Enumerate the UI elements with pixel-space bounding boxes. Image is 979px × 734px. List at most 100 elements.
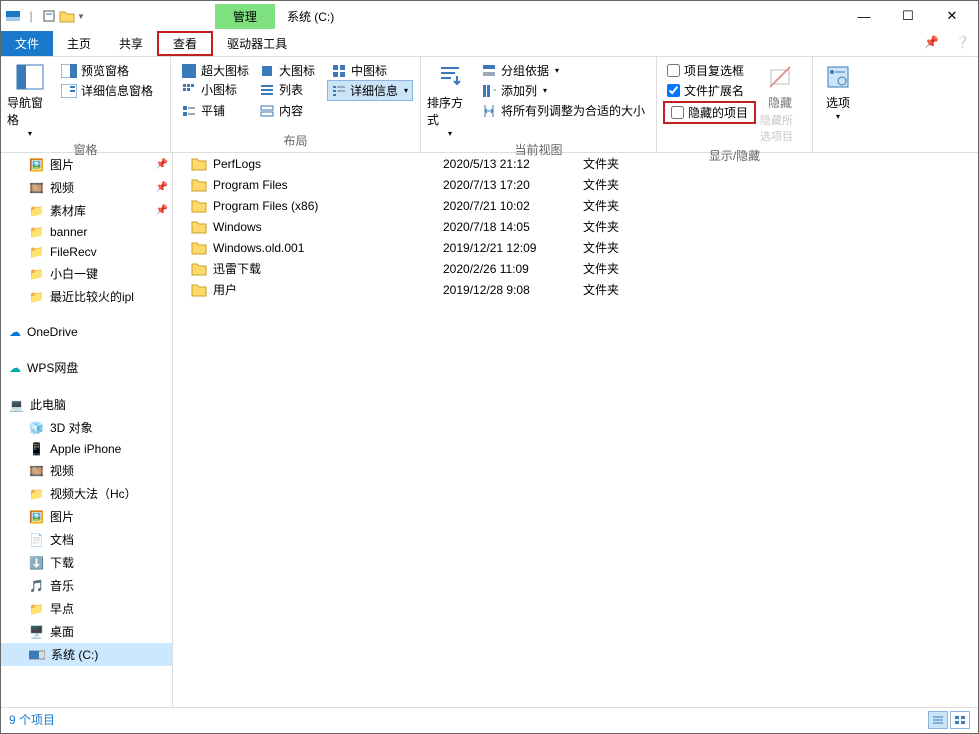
view-small-button[interactable]: 小图标: [177, 80, 255, 99]
nav-pane-label: 导航窗格: [7, 94, 53, 128]
file-type: 文件夹: [583, 281, 683, 298]
drive-icon: [29, 649, 45, 661]
maximize-button[interactable]: ☐: [886, 4, 930, 28]
size-columns-icon: [481, 103, 497, 119]
nav-zaodian[interactable]: 📁早点: [1, 597, 172, 620]
view-extra-large-button[interactable]: 超大图标: [177, 61, 255, 80]
nav-banner[interactable]: 📁banner: [1, 222, 172, 242]
item-checkboxes-toggle[interactable]: 项目复选框: [663, 61, 756, 80]
size-all-columns-button[interactable]: 将所有列调整为合适的大小: [477, 101, 649, 120]
options-button[interactable]: 选项 ▾: [817, 59, 859, 123]
nav-videos[interactable]: 🎞️视频📌: [1, 176, 172, 199]
file-row[interactable]: 用户2019/12/28 9:08文件夹: [173, 279, 978, 300]
hide-selected-button[interactable]: 隐藏 隐藏所选项目: [758, 59, 802, 146]
nav-iphone[interactable]: 📱Apple iPhone: [1, 439, 172, 459]
desktop-icon: 🖥️: [29, 625, 44, 639]
tab-file[interactable]: 文件: [1, 31, 53, 56]
tab-share[interactable]: 共享: [105, 31, 157, 56]
file-type: 文件夹: [583, 197, 683, 214]
item-checkboxes-checkbox[interactable]: [667, 64, 680, 77]
details-pane-button[interactable]: 详细信息窗格: [57, 81, 157, 100]
nav-3d[interactable]: 🧊3D 对象: [1, 416, 172, 439]
minimize-button[interactable]: —: [842, 4, 886, 28]
context-tab-manage[interactable]: 管理: [215, 4, 275, 29]
videos-icon: 🎞️: [29, 464, 44, 478]
details-pane-label: 详细信息窗格: [81, 82, 153, 99]
navigation-pane[interactable]: 🖼️图片📌 🎞️视频📌 📁素材库📌 📁banner 📁FileRecv 📁小白一…: [1, 153, 173, 707]
qat-divider: |: [23, 8, 39, 24]
view-medium-button[interactable]: 中图标: [327, 61, 399, 80]
folder-icon: [191, 178, 207, 192]
preview-pane-icon: [61, 63, 77, 79]
view-switch-details[interactable]: [928, 711, 948, 729]
chevron-down-icon: ▾: [28, 129, 32, 138]
music-icon: 🎵: [29, 579, 44, 593]
file-row[interactable]: Program Files2020/7/13 17:20文件夹: [173, 174, 978, 195]
view-switch-icons[interactable]: [950, 711, 970, 729]
file-list[interactable]: PerfLogs2020/5/13 21:12文件夹Program Files2…: [173, 153, 978, 707]
nav-onedrive[interactable]: ☁OneDrive: [1, 322, 172, 342]
file-name: Windows.old.001: [213, 241, 304, 255]
nav-recent[interactable]: 📁最近比较火的ipl: [1, 285, 172, 308]
view-list-button[interactable]: 列表: [255, 80, 327, 99]
file-row[interactable]: 迅雷下载2020/2/26 11:09文件夹: [173, 258, 978, 279]
file-ext-toggle[interactable]: 文件扩展名: [663, 81, 756, 100]
pin-icon: 📌: [156, 159, 168, 170]
nav-video-dafa[interactable]: 📁视频大法（Hc）: [1, 482, 172, 505]
tab-home[interactable]: 主页: [53, 31, 105, 56]
tab-drive-tools[interactable]: 驱动器工具: [213, 31, 301, 56]
folder-icon: 📁: [29, 602, 44, 616]
preview-pane-label: 预览窗格: [81, 62, 129, 79]
folder-icon: 📁: [29, 245, 44, 259]
nav-downloads[interactable]: ⬇️下载: [1, 551, 172, 574]
nav-wps[interactable]: ☁WPS网盘: [1, 356, 172, 379]
file-row[interactable]: Windows2020/7/18 14:05文件夹: [173, 216, 978, 237]
view-details-button[interactable]: 详细信息▾: [327, 80, 413, 101]
quick-access-toolbar: | ▼: [5, 8, 85, 24]
preview-pane-button[interactable]: 预览窗格: [57, 61, 157, 80]
view-content-button[interactable]: 内容: [255, 101, 327, 120]
file-type: 文件夹: [583, 239, 683, 256]
pictures-icon: 🖼️: [29, 510, 44, 524]
nav-documents[interactable]: 📄文档: [1, 528, 172, 551]
nav-xiaobai[interactable]: 📁小白一键: [1, 262, 172, 285]
nav-pictures[interactable]: 🖼️图片📌: [1, 153, 172, 176]
chevron-down-icon: ▾: [543, 86, 547, 95]
chevron-down-icon: ▾: [448, 129, 452, 138]
properties-icon[interactable]: [41, 8, 57, 24]
view-large-button[interactable]: 大图标: [255, 61, 327, 80]
file-row[interactable]: PerfLogs2020/5/13 21:12文件夹: [173, 153, 978, 174]
hidden-items-toggle[interactable]: 隐藏的项目: [667, 103, 752, 122]
tab-view[interactable]: 查看: [157, 31, 213, 56]
qat-dropdown-icon[interactable]: ▼: [77, 12, 85, 21]
new-folder-icon[interactable]: [59, 8, 75, 24]
file-type: 文件夹: [583, 176, 683, 193]
hidden-items-checkbox[interactable]: [671, 106, 684, 119]
pin-icon: 📌: [156, 205, 168, 216]
folder-icon: 📁: [29, 267, 44, 281]
file-row[interactable]: Windows.old.0012019/12/21 12:09文件夹: [173, 237, 978, 258]
nav-this-pc[interactable]: 💻此电脑: [1, 393, 172, 416]
this-pc-icon: 💻: [9, 398, 24, 412]
nav-music[interactable]: 🎵音乐: [1, 574, 172, 597]
help-icon[interactable]: ❔: [947, 31, 978, 56]
file-row[interactable]: Program Files (x86)2020/7/21 10:02文件夹: [173, 195, 978, 216]
add-columns-button[interactable]: +添加列▾: [477, 81, 649, 100]
file-ext-checkbox[interactable]: [667, 84, 680, 97]
ribbon: 导航窗格 ▾ 预览窗格 详细信息窗格 窗格 超大图标 大图标 中图标 小图标 列…: [1, 57, 978, 153]
nav-system-c[interactable]: 系统 (C:): [1, 643, 172, 666]
nav-material[interactable]: 📁素材库📌: [1, 199, 172, 222]
close-button[interactable]: ✕: [930, 4, 974, 28]
nav-filerecv[interactable]: 📁FileRecv: [1, 242, 172, 262]
view-switch: [928, 711, 970, 729]
view-tiles-button[interactable]: 平铺: [177, 101, 255, 120]
sort-by-button[interactable]: 排序方式 ▾: [425, 59, 475, 140]
nav-desktop[interactable]: 🖥️桌面: [1, 620, 172, 643]
window-title: 系统 (C:): [287, 8, 334, 25]
nav-videos2[interactable]: 🎞️视频: [1, 459, 172, 482]
details-pane-icon: [61, 83, 77, 99]
nav-pane-button[interactable]: 导航窗格 ▾: [5, 59, 55, 140]
group-by-button[interactable]: 分组依据▾: [477, 61, 649, 80]
nav-pictures2[interactable]: 🖼️图片: [1, 505, 172, 528]
pin-ribbon-icon[interactable]: 📌: [916, 31, 947, 56]
